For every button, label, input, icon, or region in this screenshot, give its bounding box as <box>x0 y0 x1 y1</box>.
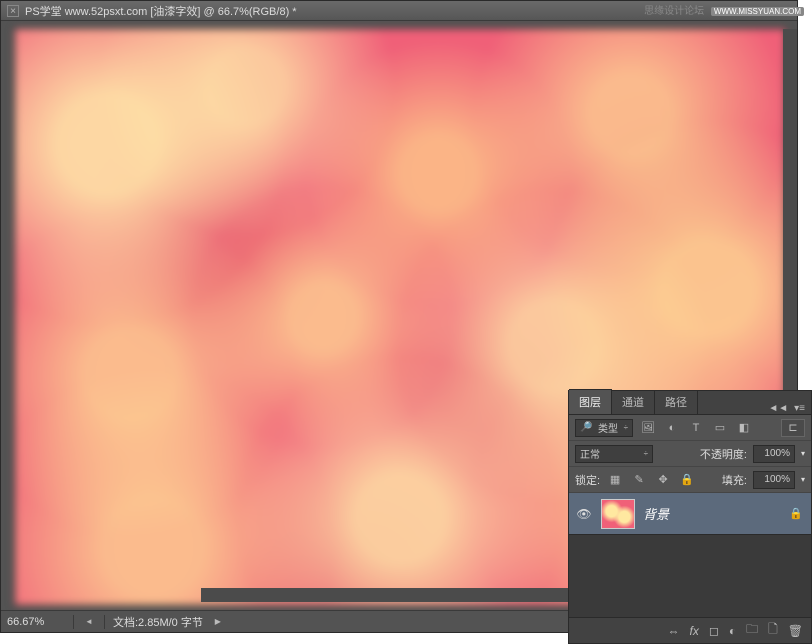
lock-icon[interactable]: 🔒 <box>789 507 805 520</box>
zoom-level[interactable]: 66.67% <box>5 616 65 628</box>
lock-all-icon[interactable]: 🔒 <box>678 471 696 489</box>
search-icon: 🔎 <box>580 422 592 433</box>
filter-smartobject-icon[interactable]: ◧ <box>735 419 753 437</box>
blend-row: 正常 ÷ 不透明度: 100% ▾ <box>569 441 811 467</box>
panel-footer: ⇔ fx ◻ ◐ 🗀 🗋 🗑 <box>569 617 811 643</box>
lock-label: 锁定: <box>575 472 600 488</box>
chevron-down-icon[interactable]: ▾ <box>801 475 805 484</box>
panel-menu-icon[interactable]: ▾≡ <box>794 403 805 414</box>
filter-adjustment-icon[interactable]: ◐ <box>663 419 681 437</box>
panel-menu: ◄◄ ▾≡ <box>762 403 811 414</box>
lock-position-icon[interactable]: ✥ <box>654 471 672 489</box>
opacity-field[interactable]: 100% <box>753 445 795 463</box>
delete-layer-icon[interactable]: 🗑 <box>788 624 803 638</box>
layers-panel: 图层 通道 路径 ◄◄ ▾≡ 🔎 类型 ÷ 🖼 ◐ T ▭ ◧ ⊏ 正常 ÷ 不… <box>568 390 812 644</box>
filter-toggle[interactable]: ⊏ <box>781 419 805 437</box>
document-info: 文档:2.85M/0 字节 <box>113 614 203 630</box>
chevron-down-icon: ÷ <box>624 423 628 432</box>
blend-mode-dropdown[interactable]: 正常 ÷ <box>575 445 653 463</box>
divider <box>104 615 105 629</box>
layers-list: 👁 背景 🔒 <box>569 493 811 617</box>
lock-row: 锁定: ▦ ✎ ✥ 🔒 填充: 100% ▾ <box>569 467 811 493</box>
filter-shape-icon[interactable]: ▭ <box>711 419 729 437</box>
group-icon[interactable]: 🗀 <box>746 620 758 641</box>
chevron-down-icon: ÷ <box>644 449 648 458</box>
filter-type-icon[interactable]: T <box>687 419 705 437</box>
tab-close-icon[interactable]: × <box>7 5 19 17</box>
chevron-down-icon[interactable]: ▾ <box>801 449 805 458</box>
tab-channels[interactable]: 通道 <box>612 390 655 414</box>
layer-thumbnail[interactable] <box>601 499 635 529</box>
visibility-icon[interactable]: 👁 <box>575 507 593 521</box>
filter-kind-dropdown[interactable]: 🔎 类型 ÷ <box>575 419 633 437</box>
adjustment-layer-icon[interactable]: ◐ <box>729 624 736 638</box>
collapse-icon[interactable]: ◄◄ <box>768 403 788 414</box>
layer-name[interactable]: 背景 <box>643 504 781 523</box>
chevron-left-icon[interactable]: ◄ <box>82 615 96 629</box>
lock-pixels-icon[interactable]: ✎ <box>630 471 648 489</box>
watermark: 思缘设计论坛 WWW.MISSYUAN.COM <box>644 2 804 17</box>
layer-style-icon[interactable]: fx <box>690 624 699 638</box>
lock-transparent-icon[interactable]: ▦ <box>606 471 624 489</box>
opacity-label: 不透明度: <box>700 446 747 462</box>
fill-label: 填充: <box>722 472 747 488</box>
panel-tabs: 图层 通道 路径 ◄◄ ▾≡ <box>569 391 811 415</box>
link-layers-icon[interactable]: ⇔ <box>668 624 680 638</box>
new-layer-icon[interactable]: 🗋 <box>768 620 778 641</box>
divider <box>73 615 74 629</box>
tab-layers[interactable]: 图层 <box>569 389 612 414</box>
chevron-right-icon[interactable]: ▶ <box>211 615 225 629</box>
layer-mask-icon[interactable]: ◻ <box>709 624 719 638</box>
document-title: PS学堂 www.52psxt.com [油漆字效] @ 66.7%(RGB/8… <box>25 3 297 19</box>
tab-paths[interactable]: 路径 <box>655 390 698 414</box>
filter-pixel-icon[interactable]: 🖼 <box>639 419 657 437</box>
fill-field[interactable]: 100% <box>753 471 795 489</box>
layer-row[interactable]: 👁 背景 🔒 <box>569 493 811 535</box>
filter-row: 🔎 类型 ÷ 🖼 ◐ T ▭ ◧ ⊏ <box>569 415 811 441</box>
